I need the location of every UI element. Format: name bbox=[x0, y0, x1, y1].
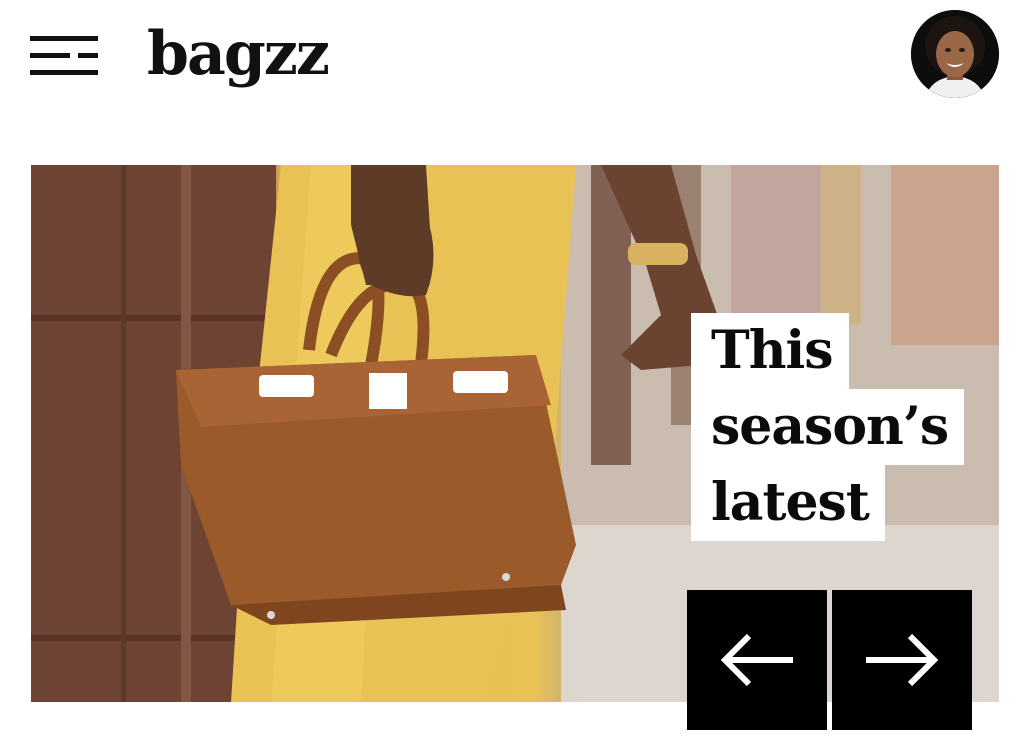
previous-slide-button[interactable] bbox=[687, 590, 827, 730]
avatar-image bbox=[911, 10, 999, 98]
user-avatar[interactable] bbox=[911, 10, 999, 98]
menu-button[interactable] bbox=[30, 34, 100, 76]
next-slide-button[interactable] bbox=[832, 590, 972, 730]
headline-line: season’s bbox=[691, 389, 965, 465]
brand-logo[interactable]: bagzz bbox=[147, 14, 330, 94]
headline-line: latest bbox=[691, 465, 885, 541]
arrow-right-icon bbox=[866, 633, 939, 687]
arrow-left-icon bbox=[720, 633, 793, 687]
hero-headline: This season’s latest bbox=[691, 313, 965, 541]
headline-line: This bbox=[691, 313, 849, 389]
menu-icon bbox=[30, 36, 98, 75]
